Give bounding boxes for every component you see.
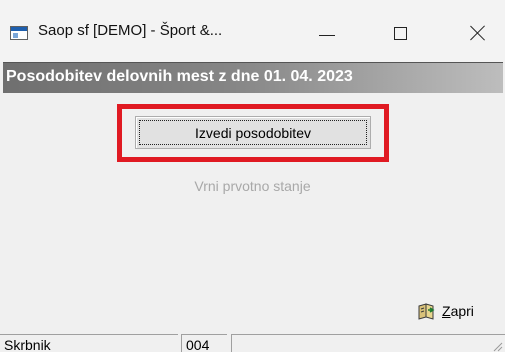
restore-original-button[interactable]: Vrni prvotno stanje: [0, 178, 505, 194]
book-exit-icon: [418, 303, 435, 320]
maximize-icon: [393, 26, 407, 40]
status-bar: Skrbnik 004: [0, 334, 505, 352]
close-label: Zapri: [442, 303, 474, 319]
app-window-icon: [10, 26, 28, 40]
header-title: Posodobitev delovnih mest z dne 01. 04. …: [6, 68, 353, 85]
maximize-button[interactable]: [377, 12, 423, 54]
resize-grip-icon[interactable]: [491, 340, 503, 352]
window-title: Saop sf [DEMO] - Šport &...: [38, 22, 223, 39]
status-code: 004: [181, 334, 227, 352]
close-window-button[interactable]: [455, 12, 501, 54]
run-update-label: Izvedi posodobitev: [195, 124, 311, 141]
close-icon: [470, 25, 486, 41]
run-update-button[interactable]: Izvedi posodobitev: [135, 116, 371, 149]
status-extra: [231, 334, 505, 352]
minimize-button[interactable]: [304, 12, 350, 54]
dialog-window: Saop sf [DEMO] - Šport &... Posodobitev …: [0, 0, 505, 352]
close-button[interactable]: Zapri: [417, 301, 474, 321]
dialog-header: Posodobitev delovnih mest z dne 01. 04. …: [3, 62, 503, 93]
minimize-icon: [319, 34, 335, 36]
title-bar[interactable]: Saop sf [DEMO] - Šport &...: [0, 0, 505, 62]
status-user: Skrbnik: [0, 334, 178, 352]
